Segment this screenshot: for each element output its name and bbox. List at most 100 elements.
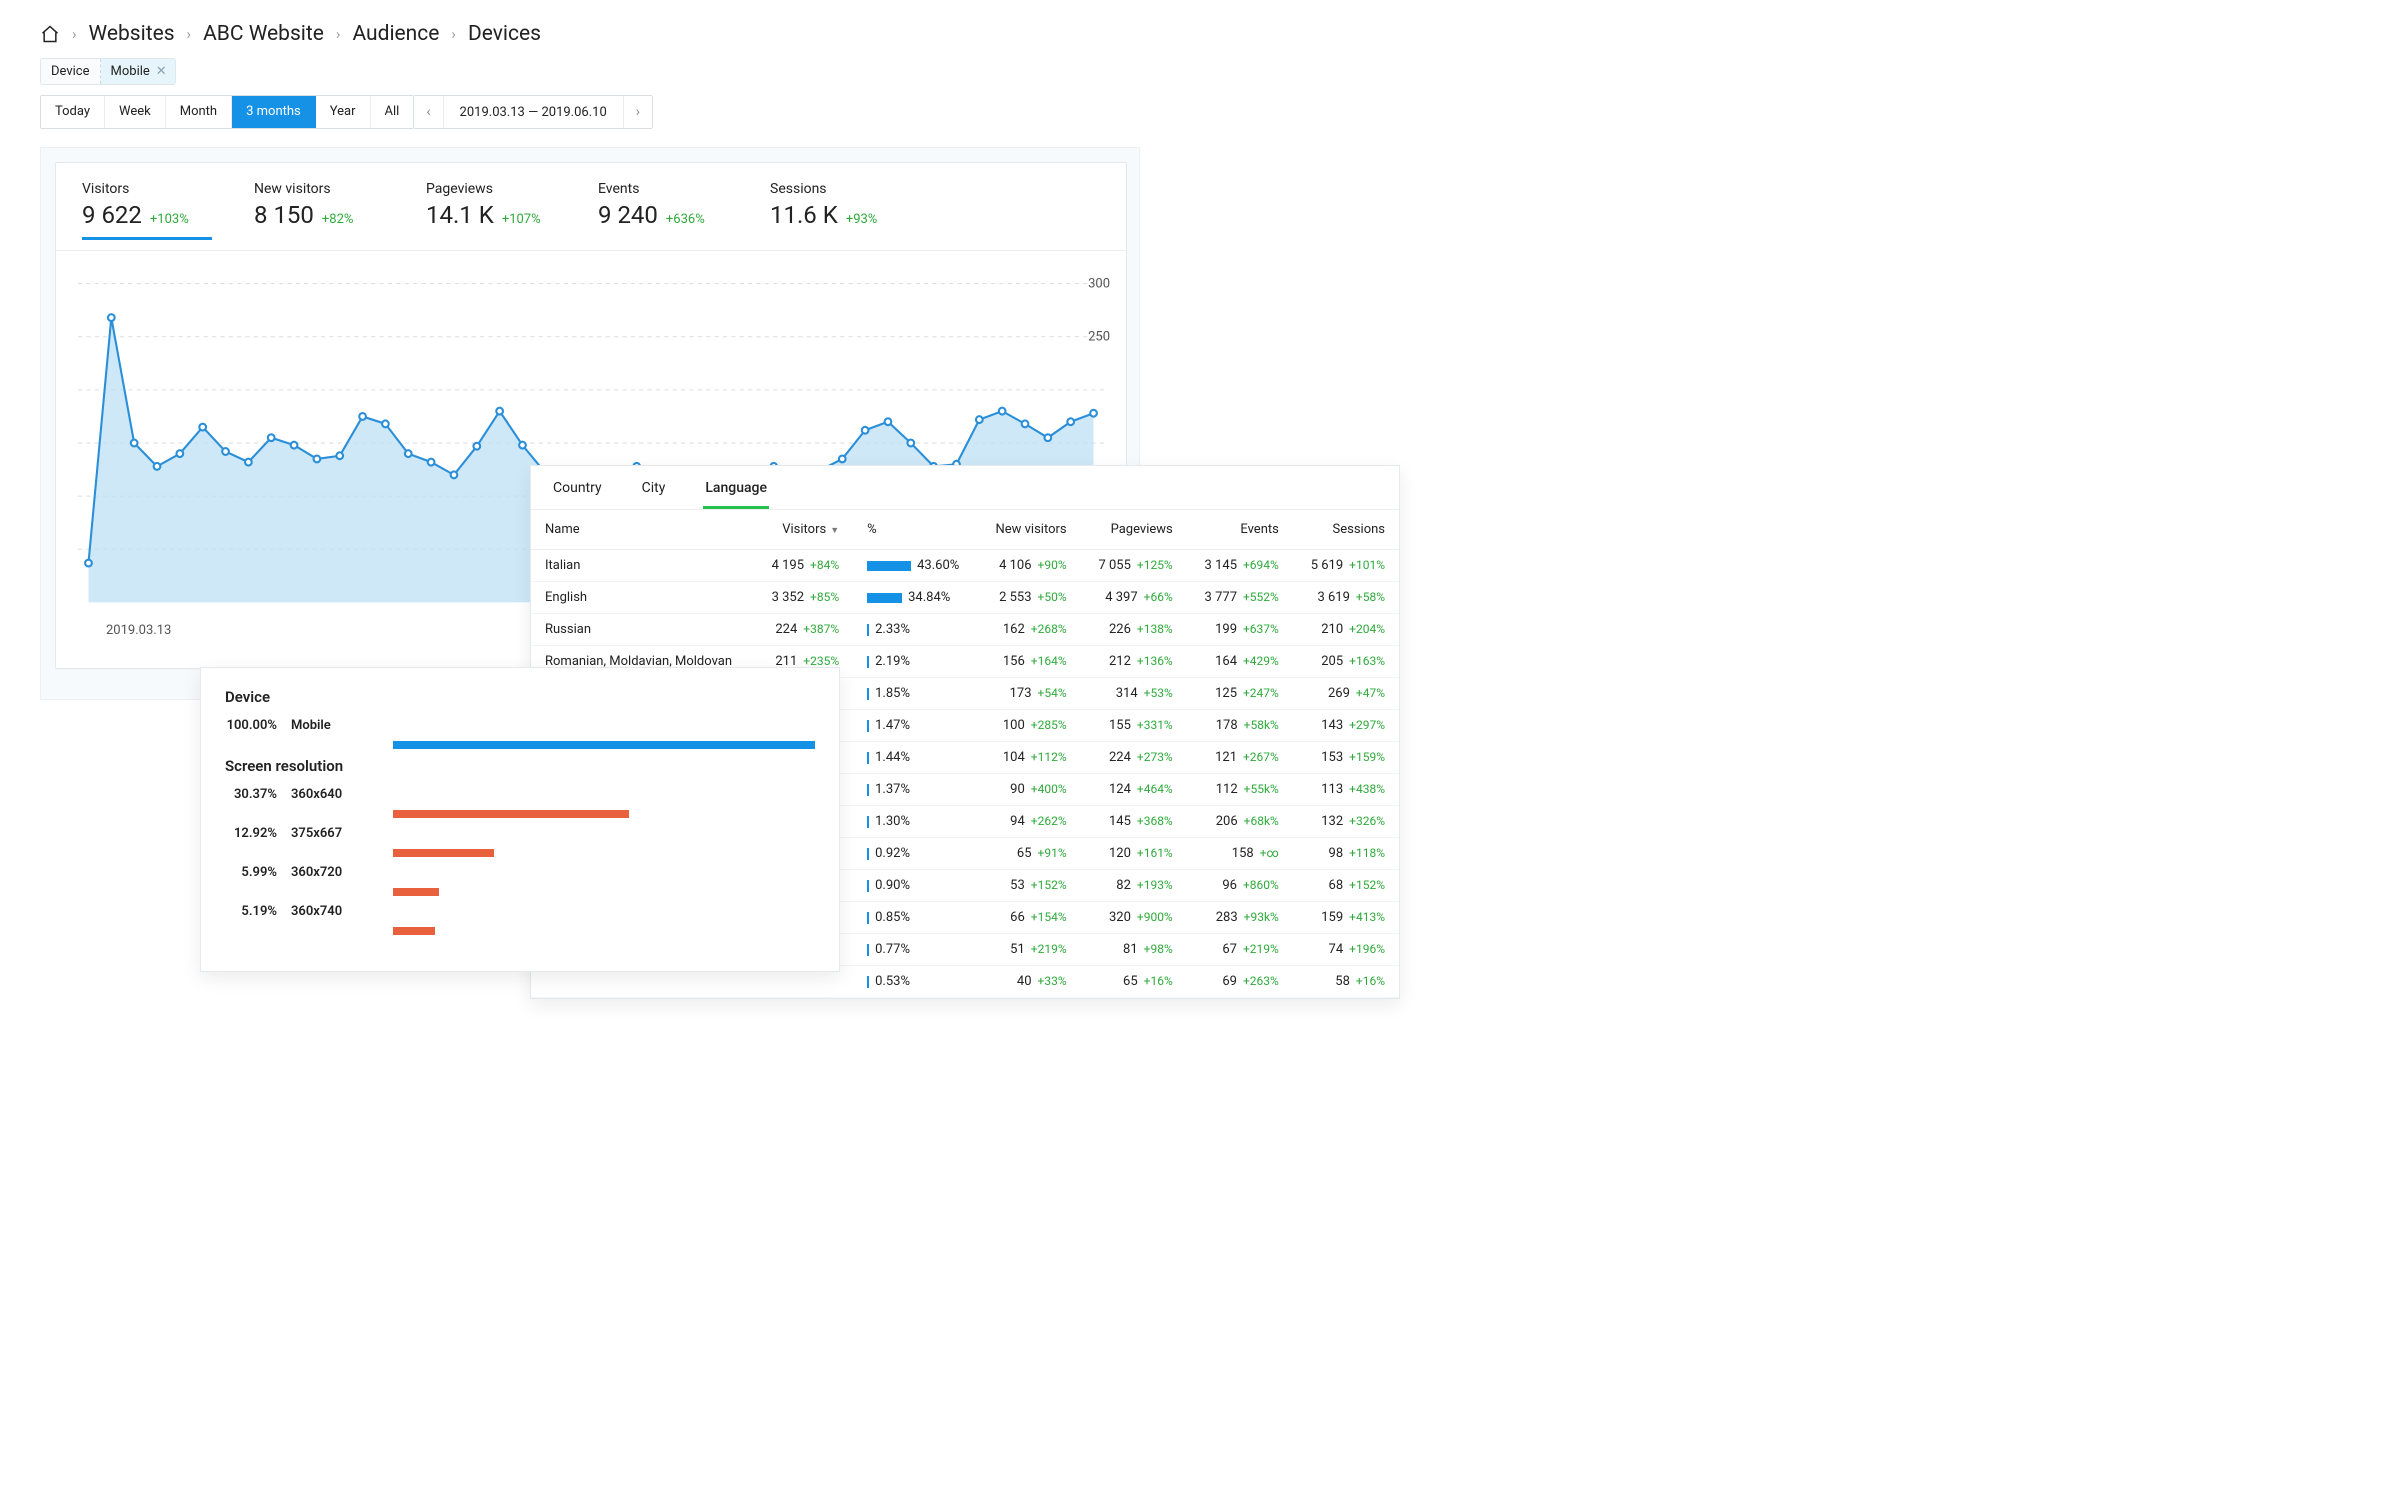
bar-track-row	[225, 927, 815, 935]
col-events[interactable]: Events	[1187, 510, 1293, 550]
range-week[interactable]: Week	[105, 96, 166, 128]
cell-sessions: 58+16%	[1293, 966, 1399, 998]
chevron-right-icon: ›	[72, 25, 77, 43]
breadcrumb-websites[interactable]: Websites	[89, 22, 175, 46]
cell-sessions: 159+413%	[1293, 902, 1399, 934]
cell-sessions: 113+438%	[1293, 774, 1399, 806]
cell-events: 164+429%	[1187, 646, 1293, 678]
metric-visitors[interactable]: Visitors9 622+103%	[82, 181, 212, 240]
tab-country[interactable]: Country	[551, 480, 604, 509]
bar-percent: 12.92%	[225, 826, 277, 841]
metric-label: New visitors	[254, 181, 384, 197]
cell-percent: 1.47%	[853, 710, 978, 742]
cell-pageviews: 4 397+66%	[1081, 582, 1187, 614]
range-year[interactable]: Year	[316, 96, 371, 128]
col-sessions[interactable]: Sessions	[1293, 510, 1399, 550]
cell-percent: 0.85%	[853, 902, 978, 934]
cell-pageviews: 65+16%	[1081, 966, 1187, 998]
ytick: 250	[1088, 329, 1110, 344]
cell-new-visitors: 66+154%	[978, 902, 1081, 934]
cell-new-visitors: 100+285%	[978, 710, 1081, 742]
bar-row: 5.99%360x720	[225, 865, 815, 880]
table-row[interactable]: English3 352+85%34.84%2 553+50%4 397+66%…	[531, 582, 1399, 614]
bar-row: 5.19%360x740	[225, 904, 815, 919]
tab-city[interactable]: City	[640, 480, 668, 509]
metric-value: 8 150	[254, 201, 314, 229]
breadcrumb-current: Devices	[468, 22, 541, 46]
bar-row: 12.92%375x667	[225, 826, 815, 841]
cell-new-visitors: 90+400%	[978, 774, 1081, 806]
bar-percent: 30.37%	[225, 787, 277, 802]
cell-new-visitors: 162+268%	[978, 614, 1081, 646]
cell-percent: 0.53%	[853, 966, 978, 998]
breadcrumb-site[interactable]: ABC Website	[203, 22, 324, 46]
tab-language[interactable]: Language	[703, 480, 769, 509]
cell-events: 199+637%	[1187, 614, 1293, 646]
range-all[interactable]: All	[371, 96, 414, 128]
metric-delta: +636%	[666, 212, 705, 227]
metric-delta: +107%	[502, 212, 541, 227]
metric-label: Sessions	[770, 181, 900, 197]
cell-percent: 2.33%	[853, 614, 978, 646]
cell-events: 3 777+552%	[1187, 582, 1293, 614]
cell-events: 67+219%	[1187, 934, 1293, 966]
device-resolution-card: Device 100.00%Mobile Screen resolution 3…	[200, 667, 840, 972]
cell-pageviews: 120+161%	[1081, 838, 1187, 870]
filter-chip[interactable]: Device Mobile ✕	[40, 58, 176, 85]
col-new-visitors[interactable]: New visitors	[978, 510, 1081, 550]
cell-events: 206+68k%	[1187, 806, 1293, 838]
cell-new-visitors: 173+54%	[978, 678, 1081, 710]
bar-track-row	[225, 888, 815, 896]
bar-percent: 100.00%	[225, 718, 277, 733]
range-prev-button[interactable]: ‹	[414, 96, 443, 128]
cell-new-visitors: 40+33%	[978, 966, 1081, 998]
ytick: 300	[1088, 276, 1110, 291]
table-row[interactable]: Italian4 195+84%43.60%4 106+90%7 055+125…	[531, 550, 1399, 582]
date-range-label[interactable]: 2019.03.13 — 2019.06.10	[444, 97, 623, 128]
range-3months[interactable]: 3 months	[232, 96, 316, 128]
metric-sessions[interactable]: Sessions11.6 K+93%	[770, 181, 900, 240]
metric-pageviews[interactable]: Pageviews14.1 K+107%	[426, 181, 556, 240]
bar-percent: 5.19%	[225, 904, 277, 919]
close-icon[interactable]: ✕	[156, 64, 167, 79]
metric-delta: +82%	[322, 212, 354, 227]
cell-percent: 1.37%	[853, 774, 978, 806]
metric-delta: +93%	[846, 212, 878, 227]
cell-percent: 34.84%	[853, 582, 978, 614]
cell-sessions: 68+152%	[1293, 870, 1399, 902]
cell-percent: 1.85%	[853, 678, 978, 710]
home-icon[interactable]	[40, 24, 60, 44]
cell-new-visitors: 156+164%	[978, 646, 1081, 678]
metric-events[interactable]: Events9 240+636%	[598, 181, 728, 240]
cell-percent: 2.19%	[853, 646, 978, 678]
cell-percent: 1.30%	[853, 806, 978, 838]
metric-label: Visitors	[82, 181, 212, 197]
col-pageviews[interactable]: Pageviews	[1081, 510, 1187, 550]
cell-sessions: 5 619+101%	[1293, 550, 1399, 582]
cell-events: 283+93k%	[1187, 902, 1293, 934]
cell-events: 178+58k%	[1187, 710, 1293, 742]
table-row[interactable]: Russian224+387%2.33%162+268%226+138%199+…	[531, 614, 1399, 646]
cell-events: 158+∞	[1187, 838, 1293, 870]
col-visitors[interactable]: Visitors▼	[754, 510, 853, 550]
col-name[interactable]: Name	[531, 510, 754, 550]
cell-pageviews: 224+273%	[1081, 742, 1187, 774]
col-percent[interactable]: %	[853, 510, 978, 550]
range-today[interactable]: Today	[41, 96, 105, 128]
cell-pageviews: 81+98%	[1081, 934, 1187, 966]
cell-new-visitors: 4 106+90%	[978, 550, 1081, 582]
cell-new-visitors: 65+91%	[978, 838, 1081, 870]
range-month[interactable]: Month	[166, 96, 232, 128]
range-next-button[interactable]: ›	[623, 96, 652, 128]
bar-label: 360x720	[291, 865, 375, 880]
breadcrumb-audience[interactable]: Audience	[352, 22, 439, 46]
cell-pageviews: 320+900%	[1081, 902, 1187, 934]
cell-sessions: 74+196%	[1293, 934, 1399, 966]
cell-name: English	[531, 582, 754, 614]
cell-name: Russian	[531, 614, 754, 646]
cell-percent: 0.77%	[853, 934, 978, 966]
metric-new_visitors[interactable]: New visitors 8 150 +82%	[254, 181, 384, 240]
cell-events: 121+267%	[1187, 742, 1293, 774]
cell-events: 112+55k%	[1187, 774, 1293, 806]
sort-desc-icon: ▼	[830, 526, 839, 536]
